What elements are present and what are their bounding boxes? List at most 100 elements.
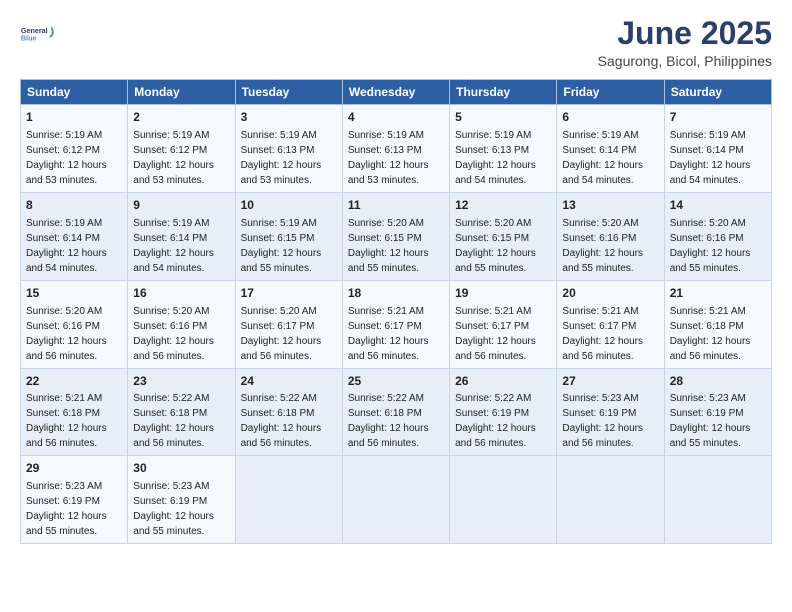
title-block: June 2025 Sagurong, Bicol, Philippines — [598, 16, 772, 69]
calendar-cell: 22 Sunrise: 5:21 AMSunset: 6:18 PMDayligh… — [21, 368, 128, 456]
day-number: 9 — [133, 197, 229, 214]
calendar-cell: 15 Sunrise: 5:20 AMSunset: 6:16 PMDayligh… — [21, 280, 128, 368]
cell-info: Sunrise: 5:23 AMSunset: 6:19 PMDaylight:… — [670, 393, 751, 449]
cell-info: Sunrise: 5:22 AMSunset: 6:18 PMDaylight:… — [348, 393, 429, 449]
calendar-cell: 8Sunrise: 5:19 AMSunset: 6:14 PMDaylight… — [21, 192, 128, 280]
page: General Blue June 2025 Sagurong, Bicol, … — [0, 0, 792, 612]
cell-info: Sunrise: 5:23 AMSunset: 6:19 PMDaylight:… — [26, 481, 107, 537]
cell-info: Sunrise: 5:20 AMSunset: 6:16 PMDaylight:… — [562, 218, 643, 274]
cell-info: Sunrise: 5:20 AMSunset: 6:15 PMDaylight:… — [348, 218, 429, 274]
day-number: 26 — [455, 373, 551, 390]
calendar-cell: 25 Sunrise: 5:22 AMSunset: 6:18 PMDayligh… — [342, 368, 449, 456]
calendar-cell: 2Sunrise: 5:19 AMSunset: 6:12 PMDaylight… — [128, 105, 235, 193]
cell-info: Sunrise: 5:22 AMSunset: 6:19 PMDaylight:… — [455, 393, 536, 449]
month-title: June 2025 — [598, 16, 772, 51]
day-number: 30 — [133, 460, 229, 477]
day-header-tuesday: Tuesday — [235, 80, 342, 105]
cell-info: Sunrise: 5:19 AMSunset: 6:14 PMDaylight:… — [133, 218, 214, 274]
day-number: 17 — [241, 285, 337, 302]
calendar-cell — [557, 456, 664, 544]
day-number: 11 — [348, 197, 444, 214]
calendar-cell: 9 Sunrise: 5:19 AMSunset: 6:14 PMDaylight… — [128, 192, 235, 280]
calendar-header-row: SundayMondayTuesdayWednesdayThursdayFrid… — [21, 80, 772, 105]
day-number: 28 — [670, 373, 766, 390]
cell-info: Sunrise: 5:19 AMSunset: 6:12 PMDaylight:… — [133, 130, 214, 186]
day-number: 15 — [26, 285, 122, 302]
calendar-cell: 28 Sunrise: 5:23 AMSunset: 6:19 PMDayligh… — [664, 368, 771, 456]
day-number: 7 — [670, 109, 766, 126]
calendar-cell: 18Sunrise: 5:21 AMSunset: 6:17 PMDayligh… — [342, 280, 449, 368]
calendar-body: 1Sunrise: 5:19 AMSunset: 6:12 PMDaylight… — [21, 105, 772, 544]
calendar-cell: 23 Sunrise: 5:22 AMSunset: 6:18 PMDayligh… — [128, 368, 235, 456]
location: Sagurong, Bicol, Philippines — [598, 53, 772, 69]
calendar-cell: 16Sunrise: 5:20 AMSunset: 6:16 PMDayligh… — [128, 280, 235, 368]
calendar-cell: 11 Sunrise: 5:20 AMSunset: 6:15 PMDayligh… — [342, 192, 449, 280]
calendar-week-row: 22 Sunrise: 5:21 AMSunset: 6:18 PMDayligh… — [21, 368, 772, 456]
logo-svg: General Blue — [20, 16, 56, 52]
calendar-week-row: 1Sunrise: 5:19 AMSunset: 6:12 PMDaylight… — [21, 105, 772, 193]
day-number: 20 — [562, 285, 658, 302]
cell-info: Sunrise: 5:19 AMSunset: 6:13 PMDaylight:… — [455, 130, 536, 186]
calendar-week-row: 8 Sunrise: 5:19 AMSunset: 6:14 PMDaylight… — [21, 192, 772, 280]
cell-info: Sunrise: 5:21 AMSunset: 6:17 PMDaylight:… — [562, 306, 643, 362]
day-header-thursday: Thursday — [450, 80, 557, 105]
calendar-cell — [235, 456, 342, 544]
day-number: 8 — [26, 197, 122, 214]
day-number: 16 — [133, 285, 229, 302]
calendar-cell: 20 Sunrise: 5:21 AMSunset: 6:17 PMDayligh… — [557, 280, 664, 368]
day-number: 23 — [133, 373, 229, 390]
calendar-cell: 1Sunrise: 5:19 AMSunset: 6:12 PMDaylight… — [21, 105, 128, 193]
calendar-cell: 17 Sunrise: 5:20 AMSunset: 6:17 PMDayligh… — [235, 280, 342, 368]
day-number: 5 — [455, 109, 551, 126]
calendar-cell: 19 Sunrise: 5:21 AMSunset: 6:17 PMDayligh… — [450, 280, 557, 368]
calendar-cell: 4Sunrise: 5:19 AMSunset: 6:13 PMDaylight… — [342, 105, 449, 193]
calendar-cell: 30 Sunrise: 5:23 AMSunset: 6:19 PMDayligh… — [128, 456, 235, 544]
calendar-cell: 10 Sunrise: 5:19 AMSunset: 6:15 PMDayligh… — [235, 192, 342, 280]
day-number: 3 — [241, 109, 337, 126]
calendar-cell: 13Sunrise: 5:20 AMSunset: 6:16 PMDayligh… — [557, 192, 664, 280]
logo: General Blue — [20, 16, 56, 52]
cell-info: Sunrise: 5:22 AMSunset: 6:18 PMDaylight:… — [241, 393, 322, 449]
calendar-cell: 21Sunrise: 5:21 AMSunset: 6:18 PMDayligh… — [664, 280, 771, 368]
cell-info: Sunrise: 5:21 AMSunset: 6:18 PMDaylight:… — [26, 393, 107, 449]
calendar-cell — [342, 456, 449, 544]
cell-info: Sunrise: 5:23 AMSunset: 6:19 PMDaylight:… — [562, 393, 643, 449]
cell-info: Sunrise: 5:20 AMSunset: 6:17 PMDaylight:… — [241, 306, 322, 362]
cell-info: Sunrise: 5:20 AMSunset: 6:15 PMDaylight:… — [455, 218, 536, 274]
day-number: 24 — [241, 373, 337, 390]
cell-info: Sunrise: 5:19 AMSunset: 6:13 PMDaylight:… — [241, 130, 322, 186]
svg-text:Blue: Blue — [21, 33, 37, 42]
day-header-friday: Friday — [557, 80, 664, 105]
day-header-wednesday: Wednesday — [342, 80, 449, 105]
day-number: 19 — [455, 285, 551, 302]
cell-info: Sunrise: 5:22 AMSunset: 6:18 PMDaylight:… — [133, 393, 214, 449]
cell-info: Sunrise: 5:23 AMSunset: 6:19 PMDaylight:… — [133, 481, 214, 537]
cell-info: Sunrise: 5:19 AMSunset: 6:14 PMDaylight:… — [670, 130, 751, 186]
day-number: 14 — [670, 197, 766, 214]
calendar-week-row: 29Sunrise: 5:23 AMSunset: 6:19 PMDayligh… — [21, 456, 772, 544]
calendar-table: SundayMondayTuesdayWednesdayThursdayFrid… — [20, 79, 772, 544]
cell-info: Sunrise: 5:19 AMSunset: 6:12 PMDaylight:… — [26, 130, 107, 186]
day-number: 12 — [455, 197, 551, 214]
day-number: 25 — [348, 373, 444, 390]
calendar-cell: 24 Sunrise: 5:22 AMSunset: 6:18 PMDayligh… — [235, 368, 342, 456]
cell-info: Sunrise: 5:19 AMSunset: 6:13 PMDaylight:… — [348, 130, 429, 186]
day-number: 22 — [26, 373, 122, 390]
calendar-cell: 27 Sunrise: 5:23 AMSunset: 6:19 PMDayligh… — [557, 368, 664, 456]
day-number: 21 — [670, 285, 766, 302]
day-number: 18 — [348, 285, 444, 302]
cell-info: Sunrise: 5:19 AMSunset: 6:15 PMDaylight:… — [241, 218, 322, 274]
calendar-cell: 5 Sunrise: 5:19 AMSunset: 6:13 PMDaylight… — [450, 105, 557, 193]
calendar-cell: 14 Sunrise: 5:20 AMSunset: 6:16 PMDayligh… — [664, 192, 771, 280]
cell-info: Sunrise: 5:21 AMSunset: 6:17 PMDaylight:… — [455, 306, 536, 362]
day-header-sunday: Sunday — [21, 80, 128, 105]
calendar-cell: 3 Sunrise: 5:19 AMSunset: 6:13 PMDaylight… — [235, 105, 342, 193]
day-number: 10 — [241, 197, 337, 214]
cell-info: Sunrise: 5:19 AMSunset: 6:14 PMDaylight:… — [562, 130, 643, 186]
day-header-saturday: Saturday — [664, 80, 771, 105]
cell-info: Sunrise: 5:20 AMSunset: 6:16 PMDaylight:… — [26, 306, 107, 362]
day-number: 27 — [562, 373, 658, 390]
cell-info: Sunrise: 5:20 AMSunset: 6:16 PMDaylight:… — [670, 218, 751, 274]
calendar-cell: 26 Sunrise: 5:22 AMSunset: 6:19 PMDayligh… — [450, 368, 557, 456]
header: General Blue June 2025 Sagurong, Bicol, … — [20, 16, 772, 69]
